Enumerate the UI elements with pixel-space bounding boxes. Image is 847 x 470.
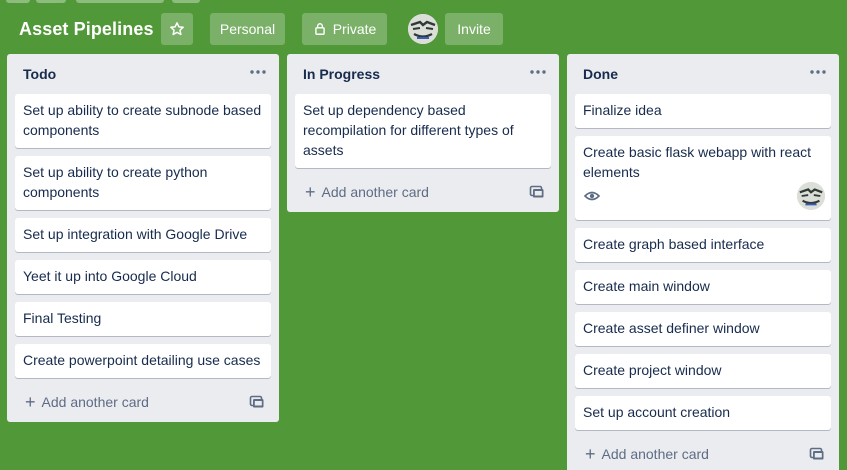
more-options-icon[interactable] bbox=[249, 63, 267, 81]
list-todo: Todo Set up ability to create subnode ba… bbox=[7, 54, 279, 422]
card-title: Yeet it up into Google Cloud bbox=[23, 268, 197, 284]
plus-icon: + bbox=[585, 444, 596, 464]
card-title: Create graph based interface bbox=[583, 236, 765, 252]
board-header: Asset Pipelines Personal Private Invite bbox=[0, 13, 847, 45]
card[interactable]: Set up ability to create subnode based c… bbox=[15, 94, 271, 148]
card-title: Final Testing bbox=[23, 310, 102, 326]
list-title[interactable]: Todo bbox=[23, 66, 56, 82]
add-card-label: Add another card bbox=[321, 184, 429, 200]
card-template-icon[interactable] bbox=[249, 393, 265, 409]
add-card-label: Add another card bbox=[601, 446, 709, 462]
list-in-progress: In Progress Set up dependency based reco… bbox=[287, 54, 559, 212]
card-title: Set up ability to create subnode based c… bbox=[23, 102, 262, 138]
card-template-icon[interactable] bbox=[809, 445, 825, 461]
card[interactable]: Set up ability to create python componen… bbox=[15, 156, 271, 210]
card[interactable]: Create basic flask webapp with react ele… bbox=[575, 136, 831, 220]
add-card-button[interactable]: + Add another card bbox=[585, 444, 709, 465]
card-title: Create asset definer window bbox=[583, 320, 760, 336]
card[interactable]: Final Testing bbox=[15, 302, 271, 336]
watching-eye-icon bbox=[584, 191, 600, 201]
add-card-button[interactable]: + Add another card bbox=[25, 392, 149, 413]
card[interactable]: Set up dependency based recompilation fo… bbox=[295, 94, 551, 168]
card-title: Set up integration with Google Drive bbox=[23, 226, 248, 242]
plus-icon: + bbox=[25, 392, 36, 412]
invite-label: Invite bbox=[457, 21, 491, 37]
member-avatar[interactable] bbox=[408, 14, 438, 44]
card[interactable]: Yeet it up into Google Cloud bbox=[15, 260, 271, 294]
avatar-icon bbox=[797, 182, 825, 210]
card[interactable]: Create graph based interface bbox=[575, 228, 831, 262]
privacy-button[interactable]: Private bbox=[302, 13, 387, 45]
card-title: Set up dependency based recompilation fo… bbox=[303, 102, 514, 158]
card-title: Create powerpoint detailing use cases bbox=[23, 352, 261, 368]
invite-button[interactable]: Invite bbox=[445, 13, 503, 45]
star-button[interactable] bbox=[161, 13, 193, 45]
list-title[interactable]: Done bbox=[583, 66, 618, 82]
card-title: Set up ability to create python componen… bbox=[23, 164, 208, 200]
card[interactable]: Create powerpoint detailing use cases bbox=[15, 344, 271, 378]
card[interactable]: Create asset definer window bbox=[575, 312, 831, 346]
card[interactable]: Set up integration with Google Drive bbox=[15, 218, 271, 252]
list-done: Done Finalize idea Create basic flask we… bbox=[567, 54, 839, 470]
team-visibility-button[interactable]: Personal bbox=[210, 13, 285, 45]
top-strip bbox=[0, 0, 847, 4]
card[interactable]: Finalize idea bbox=[575, 94, 831, 128]
star-icon bbox=[170, 22, 184, 36]
card-title: Create basic flask webapp with react ele… bbox=[583, 144, 811, 180]
team-visibility-label: Personal bbox=[219, 21, 276, 37]
card-template-icon[interactable] bbox=[529, 183, 545, 199]
privacy-label: Private bbox=[332, 21, 377, 37]
more-options-icon[interactable] bbox=[809, 63, 827, 81]
card-title: Set up account creation bbox=[583, 404, 731, 420]
avatar-icon bbox=[408, 14, 438, 44]
plus-icon: + bbox=[305, 182, 316, 202]
card[interactable]: Create main window bbox=[575, 270, 831, 304]
add-card-button[interactable]: + Add another card bbox=[305, 182, 429, 203]
card-title: Create project window bbox=[583, 362, 722, 378]
card-title: Finalize idea bbox=[583, 102, 662, 118]
add-card-label: Add another card bbox=[41, 394, 149, 410]
board-title[interactable]: Asset Pipelines bbox=[19, 19, 154, 40]
card-title: Create main window bbox=[583, 278, 710, 294]
more-options-icon[interactable] bbox=[529, 63, 547, 81]
card[interactable]: Set up account creation bbox=[575, 396, 831, 430]
lock-icon bbox=[314, 22, 325, 35]
card-member-avatar[interactable] bbox=[797, 182, 825, 210]
card[interactable]: Create project window bbox=[575, 354, 831, 388]
list-title[interactable]: In Progress bbox=[303, 66, 380, 82]
